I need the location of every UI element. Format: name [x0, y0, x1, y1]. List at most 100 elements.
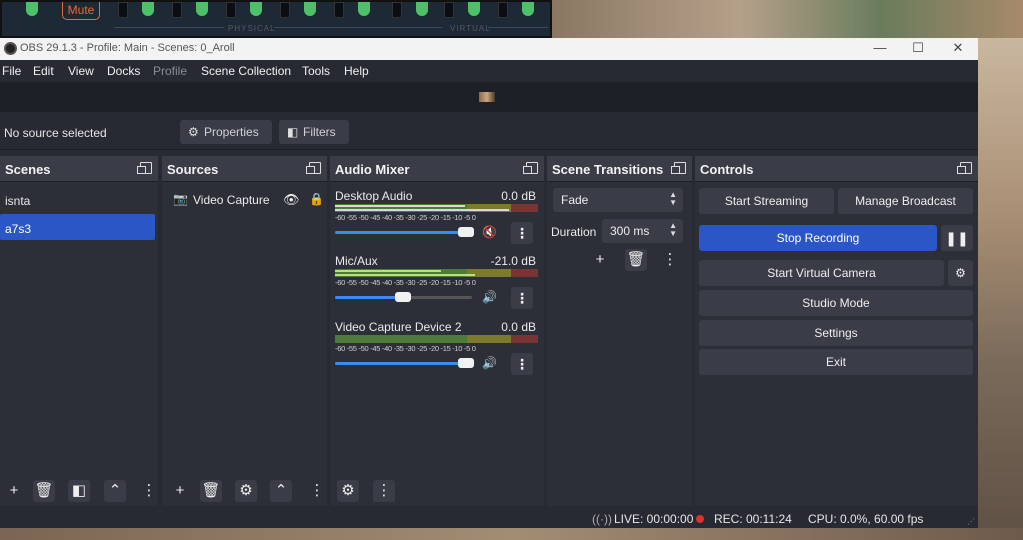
- mixer-knob[interactable]: [26, 2, 38, 16]
- float-dock-icon[interactable]: [306, 162, 321, 174]
- maximize-button[interactable]: ☐: [898, 38, 938, 60]
- fader[interactable]: [392, 2, 402, 18]
- menu-edit[interactable]: Edit: [33, 64, 54, 78]
- obs-window: OBS 29.1.3 - Profile: Main - Scenes: 0_A…: [0, 38, 978, 528]
- physical-label: PHYSICAL: [228, 24, 276, 33]
- scenes-title: Scenes: [5, 162, 51, 177]
- divider: [114, 27, 224, 28]
- start-streaming-button[interactable]: Start Streaming: [699, 188, 834, 214]
- float-dock-icon[interactable]: [671, 162, 686, 174]
- fader[interactable]: [334, 2, 344, 18]
- mixer-knob[interactable]: [304, 2, 316, 16]
- remove-source-button[interactable]: 🗑: [200, 480, 222, 502]
- source-properties-button[interactable]: ⚙: [235, 480, 257, 502]
- visibility-eye-icon[interactable]: 👁: [283, 192, 300, 208]
- transition-select[interactable]: Fade ▲ ▼: [553, 188, 683, 212]
- scene-filters-button[interactable]: ◧: [68, 480, 90, 502]
- start-virtual-camera-button[interactable]: Start Virtual Camera: [699, 260, 944, 286]
- minimize-button[interactable]: —: [860, 38, 900, 60]
- mixer-knob[interactable]: [358, 2, 370, 16]
- title-bar[interactable]: OBS 29.1.3 - Profile: Main - Scenes: 0_A…: [0, 38, 978, 60]
- menu-file[interactable]: File: [2, 64, 21, 78]
- channel-menu-button[interactable]: ⋮: [511, 287, 533, 309]
- scene-transitions-dock: Scene Transitions Fade ▲ ▼ Duration 300 m…: [547, 156, 692, 506]
- scene-menu-button[interactable]: ⋮: [138, 480, 160, 502]
- move-source-up-button[interactable]: ⌃: [270, 480, 292, 502]
- float-dock-icon[interactable]: [523, 162, 538, 174]
- filters-icon: ◧: [287, 125, 299, 139]
- audio-mixer-dock: Audio Mixer Desktop Audio 0.0 dB -60 -55…: [330, 156, 544, 506]
- channel-menu-button[interactable]: ⋮: [511, 353, 533, 375]
- fader[interactable]: [118, 2, 128, 18]
- menu-tools[interactable]: Tools: [302, 64, 330, 78]
- settings-button[interactable]: Settings: [699, 320, 973, 346]
- float-dock-icon[interactable]: [957, 162, 972, 174]
- filters-label: Filters: [303, 125, 336, 139]
- mixer-knob[interactable]: [196, 2, 208, 16]
- channel-db: 0.0 dB: [501, 320, 536, 334]
- speaker-icon[interactable]: 🔊: [482, 290, 497, 304]
- menu-help[interactable]: Help: [344, 64, 369, 78]
- mixer-menu-button[interactable]: ⋮: [373, 480, 395, 502]
- audio-mixer-header: Audio Mixer: [330, 156, 544, 182]
- volume-slider[interactable]: [335, 358, 474, 368]
- filters-button[interactable]: ◧ Filters: [279, 120, 349, 144]
- remove-transition-button[interactable]: 🗑: [625, 249, 647, 271]
- menu-scene-collection[interactable]: Scene Collection: [201, 64, 291, 78]
- duration-spinbox[interactable]: 300 ms ▲ ▼: [602, 219, 683, 243]
- mixer-knob[interactable]: [416, 2, 428, 16]
- mute-button[interactable]: Mute: [62, 2, 100, 20]
- volume-slider-knob[interactable]: [395, 292, 411, 302]
- exit-button[interactable]: Exit: [699, 349, 973, 375]
- source-menu-button[interactable]: ⋮: [306, 480, 328, 502]
- volume-slider[interactable]: [335, 292, 472, 302]
- speaker-muted-icon[interactable]: 🔇: [482, 225, 497, 239]
- preview-area[interactable]: [0, 82, 978, 112]
- duration-value: 300 ms: [610, 224, 650, 238]
- mixer-knob[interactable]: [468, 2, 480, 16]
- remove-scene-button[interactable]: 🗑: [33, 480, 55, 502]
- scene-item[interactable]: isnta: [0, 186, 155, 212]
- scene-item-selected[interactable]: a7s3: [0, 214, 155, 240]
- properties-button[interactable]: ⚙ Properties: [180, 120, 272, 144]
- fader[interactable]: [226, 2, 236, 18]
- scenes-footer: + 🗑 ◧ ⌃ ⋮: [0, 478, 158, 506]
- channel-menu-button[interactable]: ⋮: [511, 222, 533, 244]
- virtual-camera-settings-button[interactable]: ⚙: [948, 260, 973, 286]
- move-scene-up-button[interactable]: ⌃: [104, 480, 126, 502]
- studio-mode-button[interactable]: Studio Mode: [699, 290, 973, 316]
- menu-docks[interactable]: Docks: [107, 64, 140, 78]
- mixer-knob[interactable]: [142, 2, 154, 16]
- volume-slider-knob[interactable]: [458, 358, 474, 368]
- menu-profile[interactable]: Profile: [153, 64, 187, 78]
- resize-grip-icon[interactable]: ⋰: [967, 517, 975, 526]
- manage-broadcast-button[interactable]: Manage Broadcast: [838, 188, 973, 214]
- sources-title: Sources: [167, 162, 219, 177]
- advanced-audio-settings-button[interactable]: ⚙: [337, 480, 359, 502]
- source-item[interactable]: 📷 Video Capture 👁 🔒: [173, 192, 324, 210]
- stop-recording-button[interactable]: Stop Recording: [699, 225, 937, 251]
- fader[interactable]: [280, 2, 290, 18]
- add-source-button[interactable]: +: [169, 480, 191, 502]
- volume-meter: [335, 335, 538, 343]
- lock-icon[interactable]: 🔒: [309, 192, 324, 206]
- add-transition-button[interactable]: +: [589, 249, 611, 271]
- fader[interactable]: [444, 2, 454, 18]
- pause-recording-button[interactable]: ❚❚: [941, 225, 973, 251]
- volume-slider-knob[interactable]: [458, 227, 474, 237]
- fader[interactable]: [498, 2, 508, 18]
- duration-label: Duration: [551, 225, 597, 239]
- mixer-knob[interactable]: [522, 2, 534, 16]
- source-name: Video Capture: [193, 193, 270, 207]
- speaker-icon[interactable]: 🔊: [482, 356, 497, 370]
- mixer-knob[interactable]: [250, 2, 262, 16]
- add-scene-button[interactable]: +: [3, 480, 25, 502]
- volume-slider[interactable]: [335, 227, 474, 237]
- channel-name: Desktop Audio: [335, 189, 413, 203]
- desktop-background-right: [978, 38, 1023, 540]
- transition-menu-button[interactable]: ⋮: [659, 249, 681, 271]
- menu-view[interactable]: View: [68, 64, 94, 78]
- float-dock-icon[interactable]: [137, 162, 152, 174]
- close-button[interactable]: ✕: [938, 38, 978, 60]
- fader[interactable]: [172, 2, 182, 18]
